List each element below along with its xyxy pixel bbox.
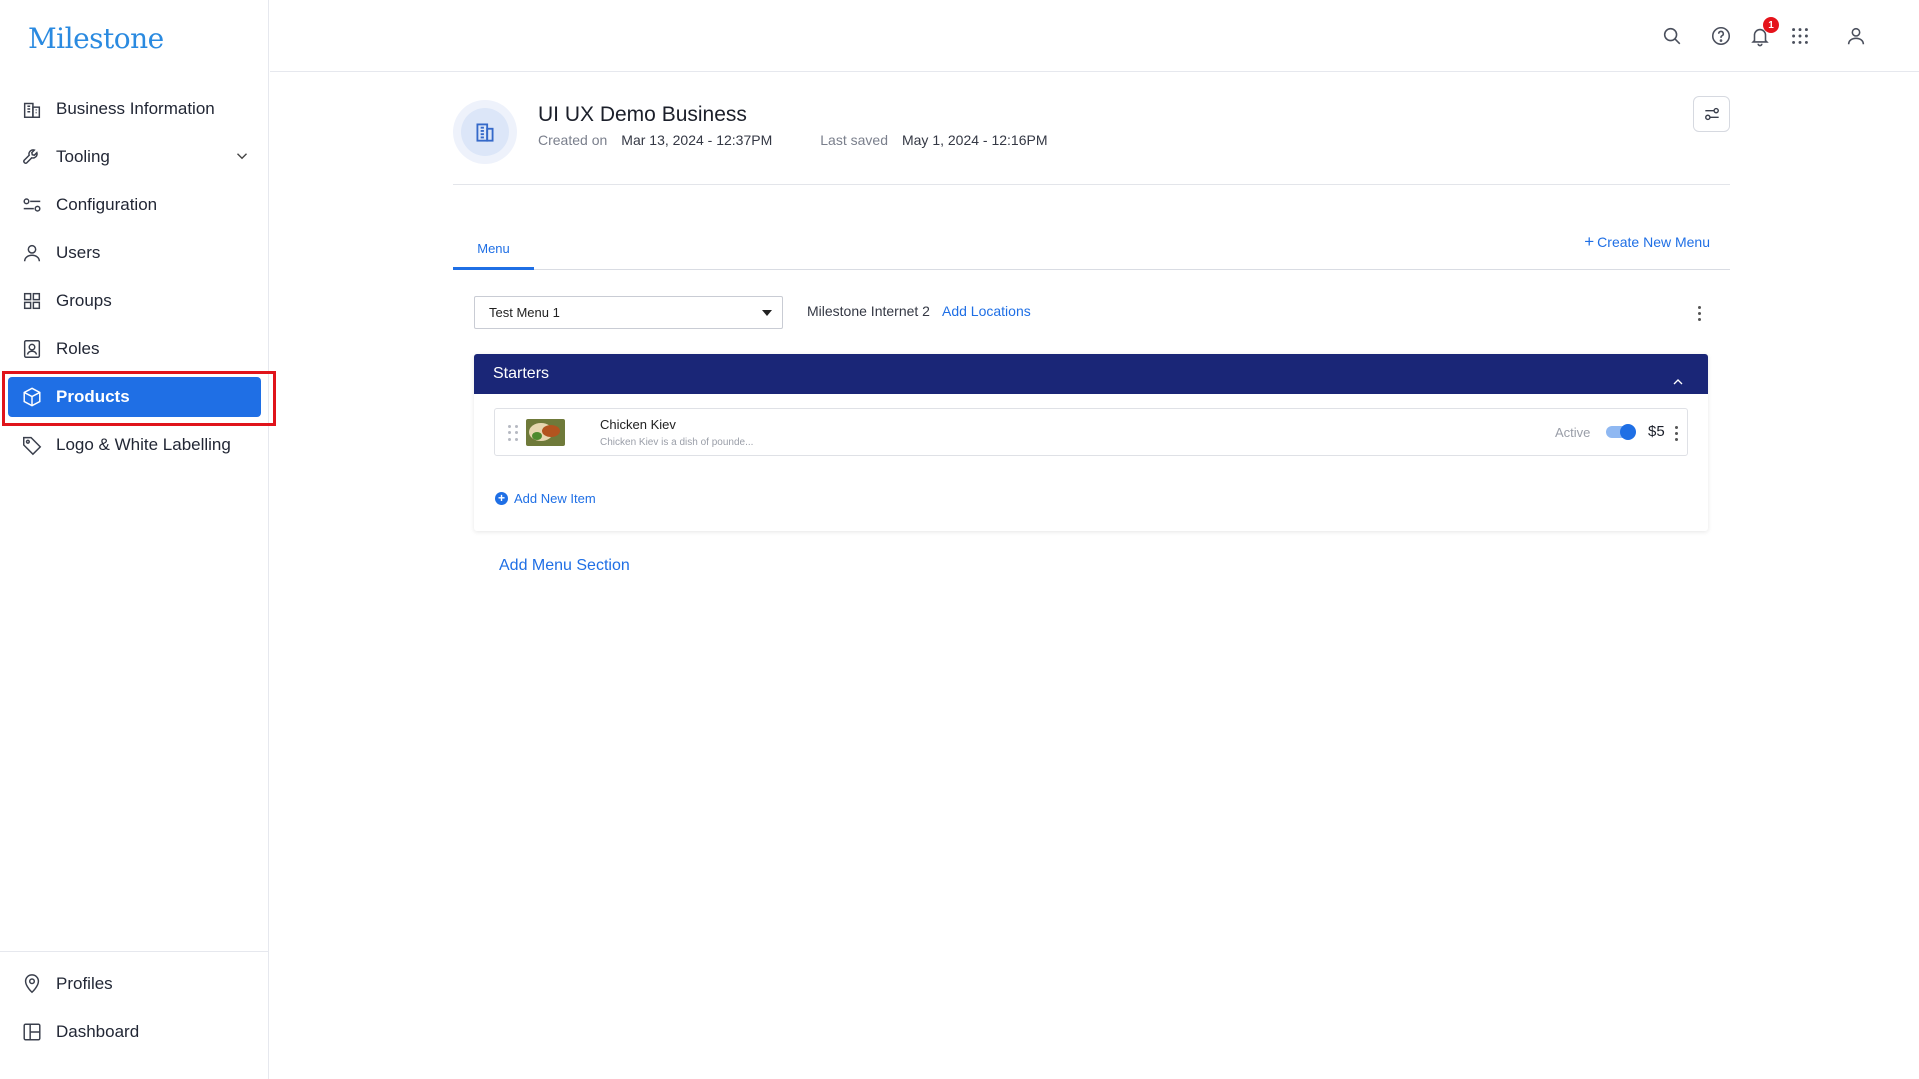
apps-grid-icon[interactable] (1788, 24, 1812, 48)
saved-value: May 1, 2024 - 12:16PM (901, 132, 1048, 148)
plus-icon: + (1584, 232, 1595, 251)
building-icon (476, 123, 494, 142)
caret-down-icon (762, 310, 772, 316)
sidebar-item-label: Business Information (56, 99, 215, 118)
app-logo[interactable]: Milestone (28, 22, 164, 55)
menu-section-card: Starters Chicken Kiev Chicken Kiev is a … (474, 354, 1708, 531)
sidebar-item-label: Groups (56, 291, 112, 310)
sliders-icon (1704, 107, 1719, 121)
products-highlight-outline (2, 371, 276, 426)
menu-tabs: Menu + Create New Menu (453, 230, 1730, 270)
menu-select[interactable]: Test Menu 1 (474, 296, 783, 329)
drag-handle-icon[interactable] (508, 425, 518, 441)
top-bar: 1 (270, 0, 1919, 72)
account-icon[interactable] (1844, 24, 1868, 48)
item-name: Chicken Kiev (600, 417, 676, 432)
wrench-icon (21, 146, 43, 168)
grid-icon (21, 290, 43, 312)
sidebar: Milestone Business Information Tooling C… (0, 0, 269, 1079)
sidebar-item-dashboard[interactable]: Dashboard (0, 1008, 269, 1056)
tag-icon (21, 434, 43, 456)
notification-badge: 1 (1763, 17, 1779, 33)
sidebar-item-groups[interactable]: Groups (0, 277, 269, 325)
sidebar-item-label: Roles (56, 339, 100, 358)
sidebar-item-business-information[interactable]: Business Information (0, 85, 269, 133)
menu-select-value: Test Menu 1 (489, 305, 560, 320)
help-icon[interactable] (1709, 24, 1733, 48)
add-circle-icon: + (495, 492, 508, 505)
id-badge-icon (21, 338, 43, 360)
menu-item-row[interactable]: Chicken Kiev Chicken Kiev is a dish of p… (494, 408, 1688, 456)
more-options-icon[interactable] (1692, 303, 1706, 323)
saved-label: Last saved (820, 132, 888, 148)
add-new-item-button[interactable]: + Add New Item (495, 491, 596, 506)
created-value: Mar 13, 2024 - 12:37PM (621, 132, 773, 148)
section-title: Starters (493, 365, 550, 382)
sidebar-item-roles[interactable]: Roles (0, 325, 269, 373)
sidebar-item-profiles[interactable]: Profiles (0, 960, 269, 1008)
business-name: UI UX Demo Business (538, 103, 747, 126)
filter-settings-button[interactable] (1693, 96, 1730, 132)
building-icon (21, 98, 43, 120)
sidebar-item-users[interactable]: Users (0, 229, 269, 277)
sidebar-item-label: Tooling (56, 147, 110, 166)
tab-menu[interactable]: Menu (453, 230, 534, 270)
item-price: $5 (1648, 423, 1665, 440)
sidebar-bottom-nav: Profiles Dashboard (0, 951, 269, 1056)
sidebar-item-label: Profiles (56, 974, 113, 993)
map-pin-icon (21, 973, 43, 995)
business-meta: Created on Mar 13, 2024 - 12:37PM Last sav… (538, 132, 1048, 148)
search-icon[interactable] (1660, 24, 1684, 48)
dashboard-icon (21, 1021, 43, 1043)
user-icon (21, 242, 43, 264)
header-divider (453, 184, 1730, 185)
sidebar-item-label: Users (56, 243, 101, 262)
bell-icon[interactable]: 1 (1748, 17, 1779, 48)
created-label: Created on (538, 132, 608, 148)
sidebar-item-label: Dashboard (56, 1022, 140, 1041)
sliders-icon (21, 194, 43, 216)
add-menu-section-link[interactable]: Add Menu Section (499, 557, 630, 575)
chevron-up-icon[interactable] (1670, 366, 1686, 385)
add-locations-link[interactable]: Add Locations (942, 303, 1031, 319)
location-name: Milestone Internet 2 (807, 303, 930, 319)
sidebar-item-configuration[interactable]: Configuration (0, 181, 269, 229)
item-description: Chicken Kiev is a dish of pounde... (600, 437, 754, 448)
sidebar-item-label: Configuration (56, 195, 158, 214)
chevron-down-icon[interactable] (233, 147, 251, 165)
sidebar-item-logo-white-labelling[interactable]: Logo & White Labelling (0, 421, 269, 469)
section-header[interactable]: Starters (474, 354, 1708, 394)
item-status-label: Active (1555, 425, 1591, 440)
sidebar-item-label: Logo & White Labelling (56, 435, 231, 454)
sidebar-item-tooling[interactable]: Tooling (0, 133, 269, 181)
item-thumbnail (526, 419, 565, 446)
business-avatar-inner (461, 108, 509, 156)
create-new-menu-button[interactable]: + Create New Menu (1584, 232, 1710, 252)
business-avatar (453, 100, 517, 164)
toggle-knob (1620, 424, 1636, 440)
create-new-menu-label: Create New Menu (1597, 234, 1710, 250)
item-more-options-icon[interactable] (1671, 423, 1681, 443)
add-new-item-label: Add New Item (514, 491, 596, 506)
item-active-toggle[interactable] (1606, 424, 1636, 440)
